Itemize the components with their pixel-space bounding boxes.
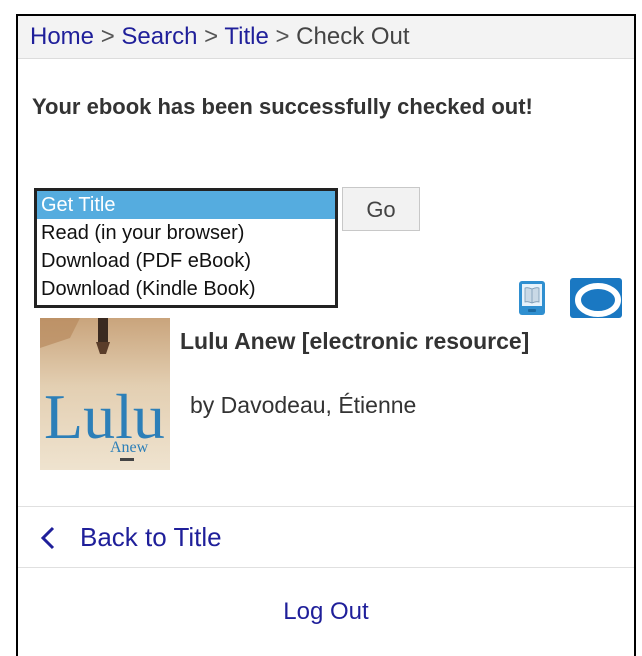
breadcrumb-title-link[interactable]: Title <box>224 23 268 50</box>
checkout-success-message: Your ebook has been successfully checked… <box>32 94 533 119</box>
breadcrumb-current: Check Out <box>296 23 410 50</box>
breadcrumb-separator: > <box>275 23 297 50</box>
back-to-title-row[interactable]: Back to Title <box>18 506 634 568</box>
breadcrumb-home-link[interactable]: Home <box>30 23 94 50</box>
book-title[interactable]: Lulu Anew [electronic resource] <box>180 328 620 355</box>
select-option-read-in-browser[interactable]: Read (in your browser) <box>37 219 335 247</box>
get-title-select[interactable]: Get Title Read (in your browser) Downloa… <box>34 188 338 308</box>
checkout-panel: Home > Search > Title > Check Out Your e… <box>16 14 636 656</box>
overdrive-icon <box>570 278 622 318</box>
breadcrumb-separator: > <box>204 23 225 50</box>
log-out-link[interactable]: Log Out <box>18 598 634 626</box>
breadcrumb: Home > Search > Title > Check Out <box>18 16 634 59</box>
select-option-download-pdf[interactable]: Download (PDF eBook) <box>37 247 335 275</box>
select-option-download-kindle[interactable]: Download (Kindle Book) <box>37 275 335 303</box>
breadcrumb-search-link[interactable]: Search <box>121 23 197 50</box>
chevron-left-icon[interactable] <box>40 525 56 551</box>
ebook-icon <box>519 281 545 315</box>
svg-text:Anew: Anew <box>110 439 149 456</box>
book-author: by Davodeau, Étienne <box>190 392 417 418</box>
back-to-title-link[interactable]: Back to Title <box>80 507 222 567</box>
breadcrumb-separator: > <box>100 23 122 50</box>
select-option-get-title[interactable]: Get Title <box>37 191 335 219</box>
book-cover: Lulu Anew <box>40 318 170 470</box>
go-button[interactable]: Go <box>342 187 420 231</box>
